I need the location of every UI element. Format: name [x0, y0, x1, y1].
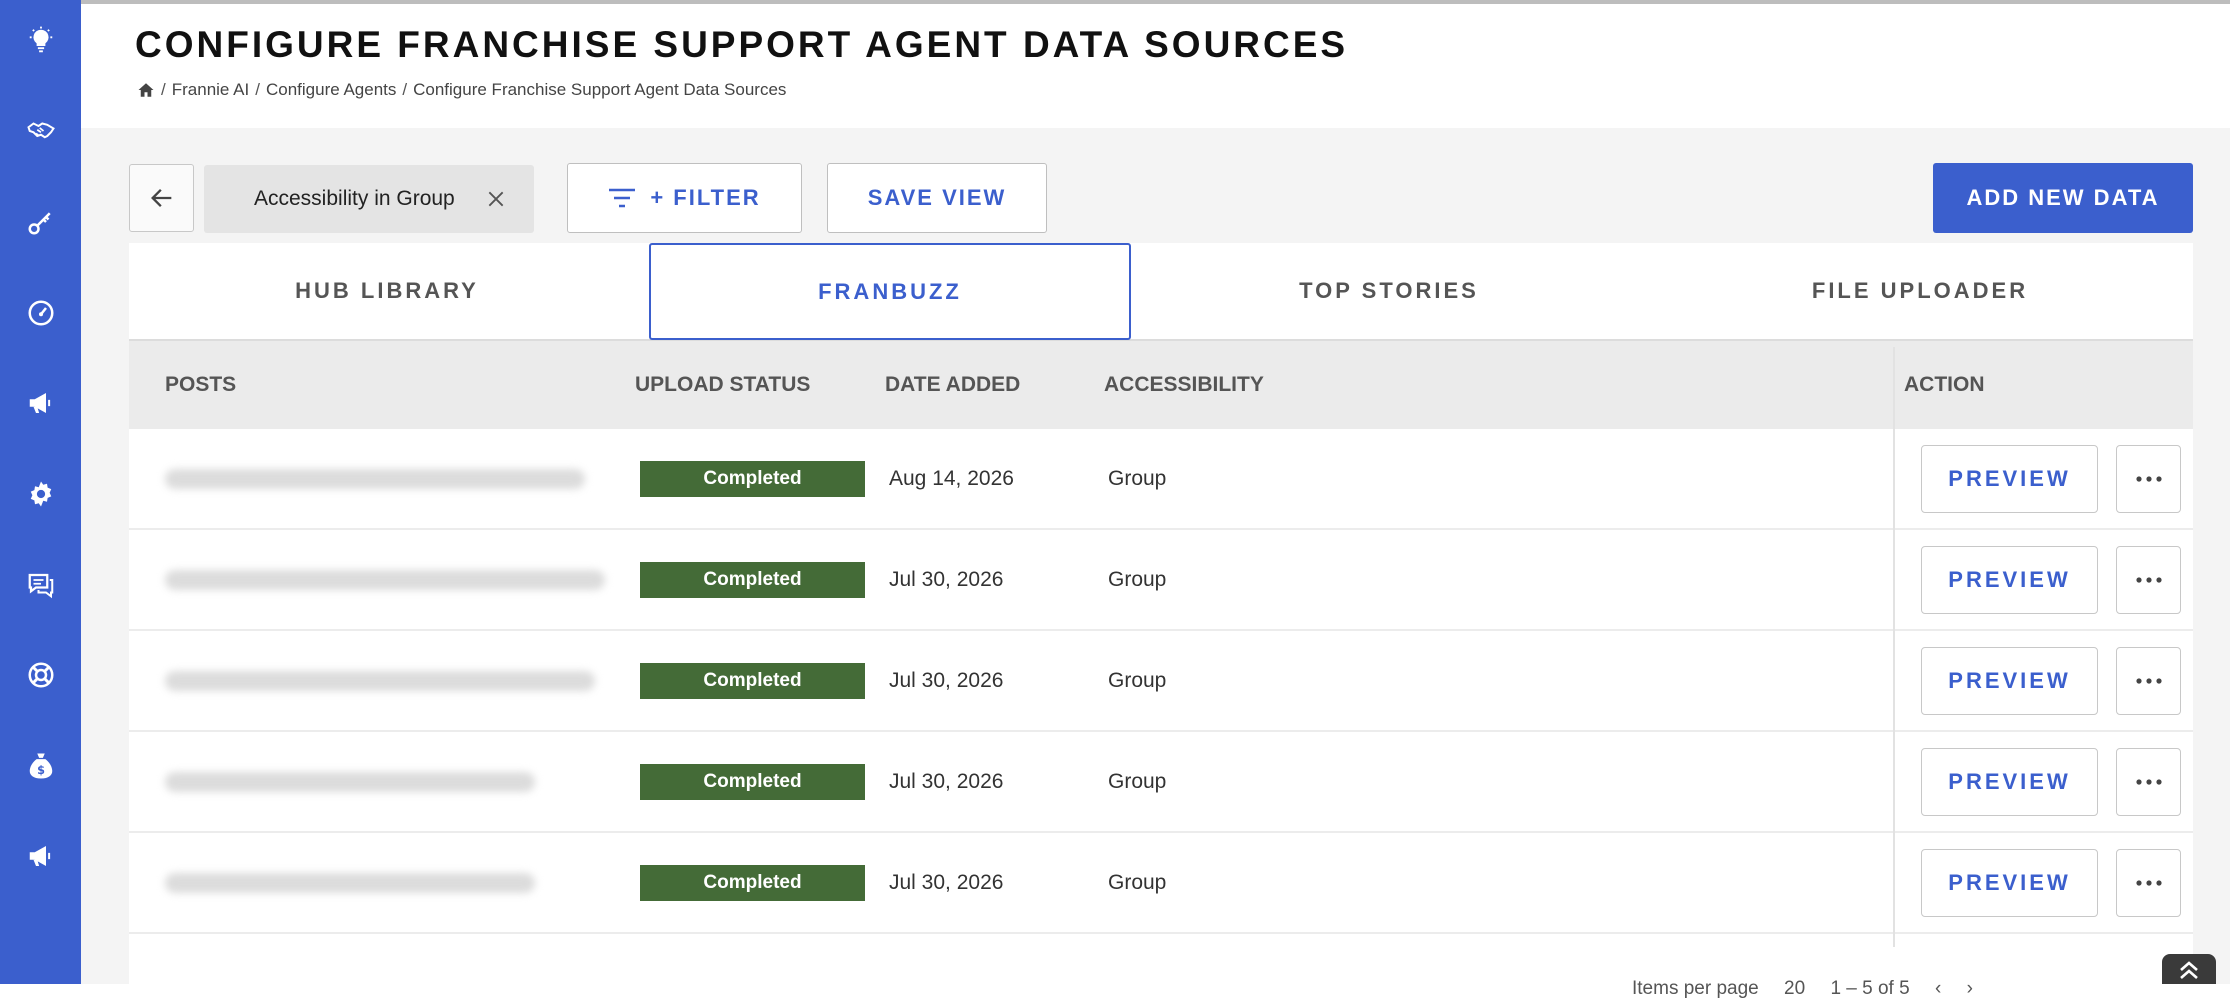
save-view-button[interactable]: SAVE VIEW — [827, 163, 1047, 233]
accessibility-cell: Group — [1108, 770, 1167, 793]
date-added-cell: Aug 14, 2026 — [889, 467, 1014, 490]
more-options-button[interactable] — [2116, 748, 2181, 816]
ellipsis-icon — [2135, 678, 2162, 684]
page-range: 1 – 5 of 5 — [1830, 978, 1910, 999]
preview-button[interactable]: PREVIEW — [1921, 445, 2098, 513]
pagination: Items per page 20 1 – 5 of 5 ‹ › — [1632, 978, 1993, 999]
accessibility-cell: Group — [1108, 568, 1167, 591]
gear-icon[interactable] — [18, 471, 64, 517]
arrow-left-icon — [150, 189, 171, 207]
breadcrumb-item-frannie-ai[interactable]: Frannie AI — [172, 80, 250, 100]
ellipsis-icon — [2135, 779, 2162, 785]
breadcrumb-separator: / — [255, 80, 260, 99]
add-new-data-button[interactable]: ADD NEW DATA — [1933, 163, 2193, 233]
post-title-blurred[interactable] — [165, 671, 595, 691]
page-header: CONFIGURE FRANCHISE SUPPORT AGENT DATA S… — [81, 0, 2240, 128]
column-header-accessibility[interactable]: ACCESSIBILITY — [1104, 341, 1264, 429]
tab-bar: HUB LIBRARY FRANBUZZ TOP STORIES FILE UP… — [129, 243, 2193, 341]
home-icon[interactable] — [137, 81, 155, 99]
column-header-posts[interactable]: POSTS — [165, 341, 236, 429]
filter-chip-label: Accessibility in Group — [254, 187, 455, 210]
money-bag-icon[interactable]: $ — [18, 743, 64, 789]
status-badge: Completed — [640, 461, 865, 497]
status-badge: Completed — [640, 663, 865, 699]
action-column-divider — [1893, 347, 1895, 947]
more-options-button[interactable] — [2116, 849, 2181, 917]
ellipsis-icon — [2135, 476, 2162, 482]
key-icon[interactable] — [18, 199, 64, 245]
lifebuoy-icon[interactable] — [18, 652, 64, 698]
megaphone-icon[interactable] — [18, 833, 64, 879]
scroll-to-top-button[interactable] — [2162, 954, 2216, 984]
page-title: CONFIGURE FRANCHISE SUPPORT AGENT DATA S… — [135, 24, 1349, 65]
filter-button[interactable]: + FILTER — [567, 163, 802, 233]
table-row: Completed Jul 30, 2026 Group PREVIEW — [129, 833, 2193, 934]
status-badge: Completed — [640, 865, 865, 901]
breadcrumb-item-current: Configure Franchise Support Agent Data S… — [413, 80, 787, 99]
svg-text:$: $ — [37, 764, 45, 777]
table-header: POSTS UPLOAD STATUS DATE ADDED ACCESSIBI… — [129, 341, 2193, 429]
handshake-icon[interactable] — [18, 108, 64, 154]
ellipsis-icon — [2135, 880, 2162, 886]
preview-button[interactable]: PREVIEW — [1921, 849, 2098, 917]
breadcrumb-separator: / — [161, 80, 166, 99]
table-row: Completed Jul 30, 2026 Group PREVIEW — [129, 631, 2193, 732]
data-table: POSTS UPLOAD STATUS DATE ADDED ACCESSIBI… — [129, 341, 2193, 984]
filter-button-label: + FILTER — [650, 185, 761, 210]
more-options-button[interactable] — [2116, 546, 2181, 614]
breadcrumb-separator: / — [402, 80, 408, 99]
status-badge: Completed — [640, 562, 865, 598]
date-added-cell: Jul 30, 2026 — [889, 669, 1004, 692]
more-options-button[interactable] — [2116, 445, 2181, 513]
date-added-cell: Jul 30, 2026 — [889, 568, 1004, 591]
sidebar: $ — [0, 0, 81, 984]
status-badge: Completed — [640, 764, 865, 800]
date-added-cell: Jul 30, 2026 — [889, 770, 1004, 793]
close-icon[interactable] — [486, 189, 506, 209]
breadcrumb: / Frannie AI / Configure Agents / Config… — [137, 80, 786, 100]
back-button[interactable] — [129, 164, 194, 232]
tab-hub-library[interactable]: HUB LIBRARY — [129, 243, 645, 339]
megaphone-icon[interactable] — [18, 380, 64, 426]
post-title-blurred[interactable] — [165, 873, 535, 893]
accessibility-cell: Group — [1108, 467, 1167, 490]
tab-file-uploader[interactable]: FILE UPLOADER — [1647, 243, 2193, 339]
table-row: Completed Jul 30, 2026 Group PREVIEW — [129, 732, 2193, 833]
filter-lines-icon — [609, 188, 636, 208]
post-title-blurred[interactable] — [165, 570, 605, 590]
accessibility-cell: Group — [1108, 871, 1167, 894]
next-page-icon[interactable]: › — [1967, 978, 1973, 999]
items-per-page-label: Items per page — [1632, 978, 1759, 999]
prev-page-icon[interactable]: ‹ — [1935, 978, 1941, 999]
date-added-cell: Jul 30, 2026 — [889, 871, 1004, 894]
accessibility-cell: Group — [1108, 669, 1167, 692]
items-per-page-select[interactable]: 20 — [1784, 978, 1805, 999]
column-header-upload-status[interactable]: UPLOAD STATUS — [635, 341, 810, 429]
table-row: Completed Aug 14, 2026 Group PREVIEW — [129, 429, 2193, 530]
double-chevron-up-icon — [2180, 961, 2198, 979]
preview-button[interactable]: PREVIEW — [1921, 748, 2098, 816]
post-title-blurred[interactable] — [165, 469, 585, 489]
tab-franbuzz[interactable]: FRANBUZZ — [649, 243, 1131, 340]
ellipsis-icon — [2135, 577, 2162, 583]
breadcrumb-item-configure-agents[interactable]: Configure Agents — [266, 80, 396, 100]
column-header-date-added[interactable]: DATE ADDED — [885, 341, 1020, 429]
post-title-blurred[interactable] — [165, 772, 535, 792]
chat-icon[interactable] — [18, 562, 64, 608]
preview-button[interactable]: PREVIEW — [1921, 647, 2098, 715]
lightbulb-icon[interactable] — [18, 18, 64, 64]
preview-button[interactable]: PREVIEW — [1921, 546, 2098, 614]
tab-top-stories[interactable]: TOP STORIES — [1131, 243, 1647, 339]
more-options-button[interactable] — [2116, 647, 2181, 715]
table-row: Completed Jul 30, 2026 Group PREVIEW — [129, 530, 2193, 631]
dashboard-gauge-icon[interactable] — [18, 290, 64, 336]
column-header-action: ACTION — [1904, 373, 1985, 396]
screen-edge — [2230, 0, 2240, 984]
filter-chip: Accessibility in Group — [204, 165, 534, 233]
